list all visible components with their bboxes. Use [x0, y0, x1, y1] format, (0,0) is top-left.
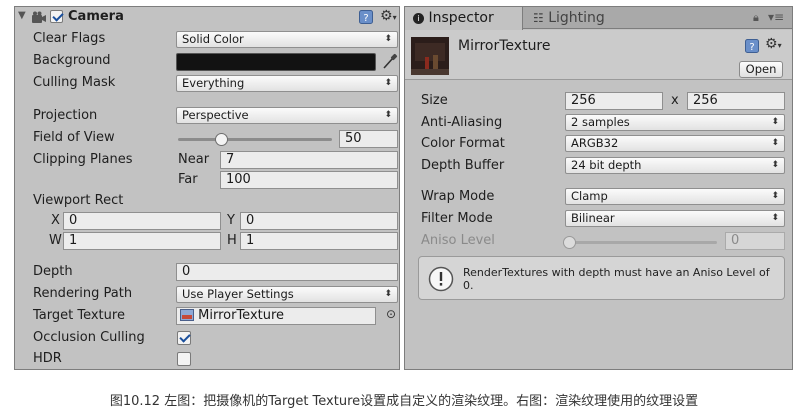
gear-icon[interactable]: ⚙▾	[380, 8, 397, 24]
dropdown-arrow-icon: ⬍	[771, 138, 779, 148]
help-icon[interactable]: ?	[745, 39, 759, 53]
occlusion-culling-label: Occlusion Culling	[33, 330, 145, 345]
clear-flags-dropdown[interactable]: Solid Color ⬍	[176, 31, 398, 48]
viewport-rect-label: Viewport Rect	[33, 193, 124, 208]
viewport-w-input[interactable]: 1	[63, 232, 221, 250]
far-label: Far	[178, 172, 198, 187]
wrap-mode-dropdown[interactable]: Clamp ⬍	[565, 188, 785, 205]
near-label: Near	[178, 152, 210, 167]
aniso-level-slider-handle	[563, 236, 576, 249]
color-format-label: Color Format	[421, 136, 505, 151]
info-message: RenderTextures with depth must have an A…	[463, 266, 770, 292]
viewport-h-label: H	[227, 233, 237, 248]
camera-icon	[32, 11, 46, 23]
aniso-level-label: Aniso Level	[421, 233, 495, 248]
viewport-y-label: Y	[227, 213, 235, 228]
occlusion-culling-checkbox[interactable]	[177, 331, 191, 345]
background-color-swatch[interactable]	[176, 53, 376, 71]
dropdown-arrow-icon: ⬍	[384, 110, 392, 120]
figure-caption: 图10.12 左图：把摄像机的Target Texture设置成自定义的渲染纹理…	[109, 394, 699, 409]
dropdown-arrow-icon: ⬍	[771, 160, 779, 170]
rendering-path-label: Rendering Path	[33, 286, 133, 301]
wrap-mode-label: Wrap Mode	[421, 189, 495, 204]
anti-aliasing-dropdown[interactable]: 2 samples ⬍	[565, 114, 785, 131]
filter-mode-dropdown[interactable]: Bilinear ⬍	[565, 210, 785, 227]
viewport-h-input[interactable]: 1	[240, 232, 398, 250]
field-of-view-input[interactable]: 50	[339, 130, 398, 148]
clipping-planes-label: Clipping Planes	[33, 152, 133, 167]
far-clip-input[interactable]: 100	[220, 171, 398, 189]
color-format-dropdown[interactable]: ARGB32 ⬍	[565, 135, 785, 152]
dropdown-arrow-icon: ⬍	[384, 289, 392, 299]
tab-lighting[interactable]: ☷ Lighting	[533, 7, 605, 29]
field-of-view-label: Field of View	[33, 130, 115, 145]
clear-flags-label: Clear Flags	[33, 31, 106, 46]
dropdown-arrow-icon: ⬍	[771, 191, 779, 201]
size-x-label: x	[671, 93, 679, 108]
hdr-label: HDR	[33, 351, 62, 366]
eyedropper-icon[interactable]	[382, 53, 398, 70]
viewport-w-label: W	[49, 233, 62, 248]
camera-enabled-checkbox[interactable]	[50, 10, 63, 23]
camera-component-panel: ▼ Camera ? ⚙▾ Clear Flags Solid Color ⬍ B…	[14, 6, 400, 370]
depth-input[interactable]: 0	[176, 263, 398, 281]
rendering-path-dropdown[interactable]: Use Player Settings ⬍	[176, 286, 398, 303]
target-texture-label: Target Texture	[33, 308, 125, 323]
background-label: Background	[33, 53, 111, 68]
texture-name: MirrorTexture	[458, 38, 551, 54]
open-button[interactable]: Open	[739, 61, 783, 78]
dropdown-arrow-icon: ⬍	[771, 117, 779, 127]
dropdown-arrow-icon: ⬍	[384, 34, 392, 44]
panel-menu-icon[interactable]: ▾≡	[768, 10, 784, 24]
lighting-icon: ☷	[533, 11, 544, 25]
svg-text:?: ?	[363, 13, 368, 24]
info-icon: i	[413, 13, 424, 24]
info-icon	[428, 266, 454, 292]
info-box: RenderTextures with depth must have an A…	[418, 256, 785, 300]
size-width-input[interactable]: 256	[565, 92, 663, 110]
help-icon[interactable]: ?	[359, 10, 373, 24]
component-title: Camera	[68, 9, 124, 24]
svg-text:?: ?	[749, 42, 754, 53]
viewport-x-input[interactable]: 0	[63, 212, 221, 230]
culling-mask-label: Culling Mask	[33, 75, 116, 90]
dropdown-arrow-icon: ⬍	[384, 78, 392, 88]
hdr-checkbox[interactable]	[177, 352, 191, 366]
depth-buffer-label: Depth Buffer	[421, 158, 505, 173]
size-label: Size	[421, 93, 448, 108]
aniso-level-slider-track	[567, 241, 717, 244]
target-texture-field[interactable]: MirrorTexture	[176, 307, 376, 325]
foldout-arrow-icon[interactable]: ▼	[18, 10, 26, 21]
size-height-input[interactable]: 256	[687, 92, 785, 110]
render-texture-icon	[180, 309, 194, 321]
near-clip-input[interactable]: 7	[220, 151, 398, 169]
depth-label: Depth	[33, 264, 73, 279]
dropdown-arrow-icon: ⬍	[771, 213, 779, 223]
object-picker-icon[interactable]: ⊙	[386, 307, 396, 321]
lock-icon[interactable]: 🔒︎	[753, 11, 759, 25]
field-of-view-slider-handle[interactable]	[215, 133, 229, 146]
tab-inspector[interactable]: i Inspector	[405, 7, 523, 30]
depth-buffer-dropdown[interactable]: 24 bit depth ⬍	[565, 157, 785, 174]
aniso-level-input: 0	[725, 232, 785, 250]
viewport-y-input[interactable]: 0	[240, 212, 398, 230]
texture-thumbnail	[411, 37, 449, 75]
gear-icon[interactable]: ⚙▾	[765, 36, 782, 52]
filter-mode-label: Filter Mode	[421, 211, 493, 226]
anti-aliasing-label: Anti-Aliasing	[421, 115, 503, 130]
projection-dropdown[interactable]: Perspective ⬍	[176, 107, 398, 124]
projection-label: Projection	[33, 108, 98, 123]
field-of-view-slider-track[interactable]	[178, 138, 332, 141]
viewport-x-label: X	[51, 213, 60, 228]
inspector-panel: i Inspector ☷ Lighting 🔒︎ ▾≡ MirrorTextu…	[404, 6, 793, 370]
culling-mask-dropdown[interactable]: Everything ⬍	[176, 75, 398, 92]
